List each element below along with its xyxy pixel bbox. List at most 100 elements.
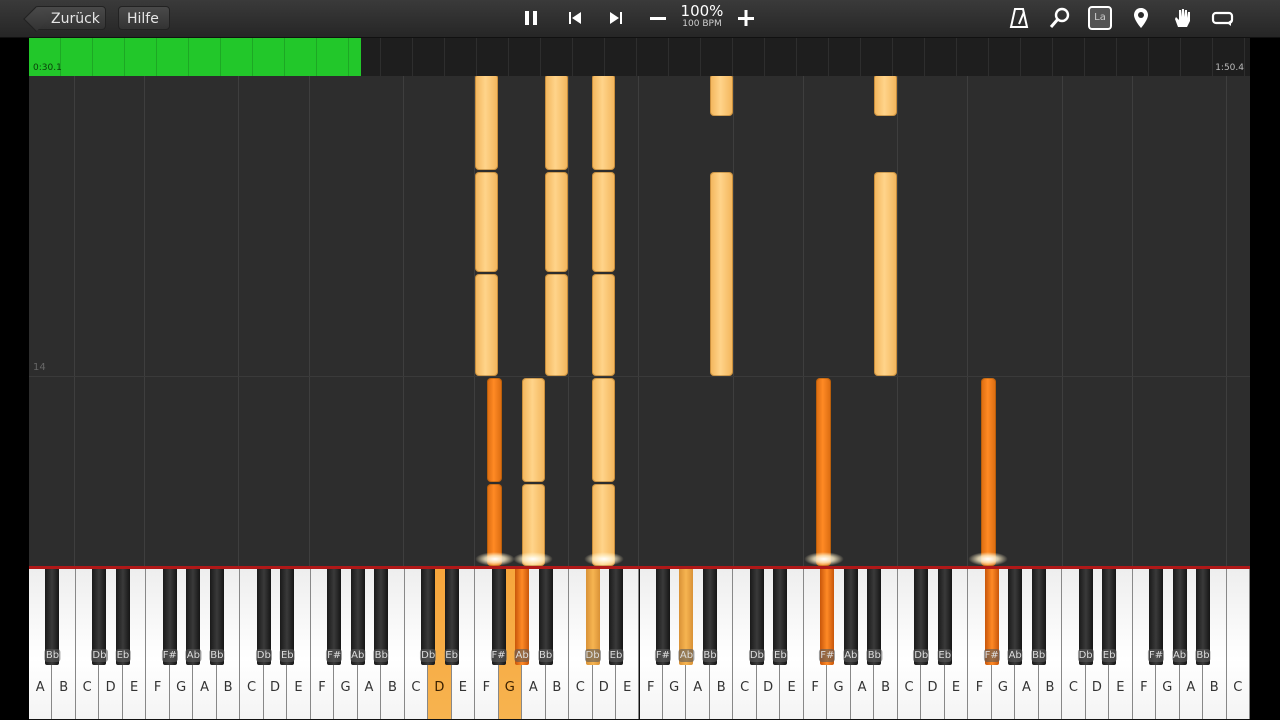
note (592, 378, 615, 482)
white-key-label: F (1140, 680, 1148, 695)
black-key-label: Bb (209, 649, 225, 662)
note (592, 274, 615, 376)
black-key[interactable]: Bb (373, 569, 389, 665)
black-key[interactable]: Ab (843, 569, 859, 665)
black-key-label: F# (161, 649, 178, 662)
white-key-label: C (1233, 680, 1243, 695)
black-key-label: F# (326, 649, 343, 662)
black-key[interactable]: Db (1077, 569, 1094, 665)
black-key-label: F# (1147, 649, 1165, 662)
piano-keyboard[interactable]: ABCDEFGABCDEFGABCDEFGABCDEFGABCDEFGABCDE… (29, 566, 1250, 720)
black-key[interactable]: F# (983, 569, 1000, 665)
black-key[interactable]: Db (584, 569, 601, 665)
white-key-label: A (35, 680, 45, 695)
hit-spark (584, 552, 624, 566)
minus-icon[interactable] (644, 4, 672, 32)
white-key-label: B (59, 680, 69, 695)
black-key[interactable]: Ab (350, 569, 366, 665)
black-key-label: Eb (608, 649, 624, 662)
black-key[interactable]: Ab (678, 569, 695, 665)
pause-icon[interactable] (517, 4, 545, 32)
black-key[interactable]: Eb (608, 569, 624, 665)
loop-icon[interactable] (1209, 4, 1237, 32)
white-key-label: C (1068, 680, 1078, 695)
skip-forward-icon[interactable] (602, 4, 630, 32)
note (545, 274, 568, 376)
black-key[interactable]: F# (161, 569, 178, 665)
black-key[interactable]: Bb (1031, 569, 1047, 665)
note (545, 172, 568, 272)
black-key-label: Ab (185, 649, 201, 662)
lane-line (1226, 76, 1227, 566)
magnifier-icon[interactable] (1046, 4, 1074, 32)
black-key[interactable]: Ab (514, 569, 530, 665)
white-key[interactable]: C (1226, 569, 1250, 719)
white-key-label: D (927, 680, 938, 695)
black-key[interactable]: Bb (209, 569, 225, 665)
measure-number: 14 (33, 362, 46, 373)
black-key-label: F# (819, 649, 836, 662)
metronome-icon[interactable] (1005, 4, 1033, 32)
white-key-label: G (669, 680, 680, 695)
black-key-label: Eb (444, 649, 459, 662)
hit-spark (804, 552, 844, 566)
black-key[interactable]: Db (748, 569, 765, 665)
white-key-label: F (318, 680, 326, 695)
black-key[interactable]: F# (326, 569, 343, 665)
black-key[interactable]: Db (913, 569, 930, 665)
white-key-label: A (693, 680, 703, 695)
black-key[interactable]: Ab (1007, 569, 1023, 665)
lane-line (638, 76, 639, 566)
back-button[interactable]: Zurück (34, 6, 106, 30)
hand-icon[interactable] (1168, 4, 1196, 32)
lane-line (403, 76, 404, 566)
lane-line (238, 76, 239, 566)
white-key-label: D (598, 680, 609, 695)
black-key[interactable]: Bb (1195, 569, 1211, 665)
label-icon-text: La (1088, 6, 1112, 30)
black-key[interactable]: Eb (773, 569, 788, 665)
black-key[interactable]: F# (490, 569, 507, 665)
black-key-label: F# (983, 649, 1000, 662)
black-key[interactable]: Eb (279, 569, 295, 665)
white-key-label: A (200, 680, 210, 695)
black-key[interactable]: Eb (1101, 569, 1117, 665)
black-key[interactable]: Db (91, 569, 108, 665)
song-progress-bar[interactable]: 0:30.1 1:50.4 (29, 38, 1250, 76)
black-key-label: Db (584, 649, 601, 662)
note (710, 172, 733, 376)
white-key-label: D (105, 680, 116, 695)
hit-spark (968, 552, 1008, 566)
white-key-label: E (294, 680, 303, 695)
skip-back-icon[interactable] (561, 4, 589, 32)
black-key[interactable]: Bb (702, 569, 718, 665)
black-key[interactable]: Ab (1171, 569, 1188, 665)
white-key-label: B (1045, 680, 1055, 695)
white-key-label: D (1091, 680, 1102, 695)
note (475, 76, 498, 170)
note (475, 274, 498, 376)
black-key[interactable]: Eb (444, 569, 459, 665)
black-key[interactable]: Bb (537, 569, 554, 665)
black-key-label: Bb (44, 649, 61, 662)
black-key[interactable]: Db (255, 569, 272, 665)
lane-line (1062, 76, 1063, 566)
black-key[interactable]: Db (420, 569, 437, 665)
black-key[interactable]: Bb (866, 569, 882, 665)
black-key-label: Db (91, 649, 108, 662)
black-key[interactable]: F# (1147, 569, 1165, 665)
black-key[interactable]: Ab (185, 569, 201, 665)
note (487, 378, 502, 482)
black-key[interactable]: Eb (115, 569, 131, 665)
black-key[interactable]: F# (654, 569, 672, 665)
black-key[interactable]: F# (819, 569, 836, 665)
white-key-label: B (716, 680, 726, 695)
label-icon[interactable]: La (1086, 4, 1114, 32)
black-key[interactable]: Eb (937, 569, 953, 665)
time-total: 1:50.4 (1215, 63, 1244, 73)
help-button[interactable]: Hilfe (118, 6, 170, 30)
white-key-label: F (482, 680, 491, 695)
location-pin-icon[interactable] (1127, 4, 1155, 32)
plus-icon[interactable] (732, 4, 760, 32)
black-key[interactable]: Bb (44, 569, 61, 665)
